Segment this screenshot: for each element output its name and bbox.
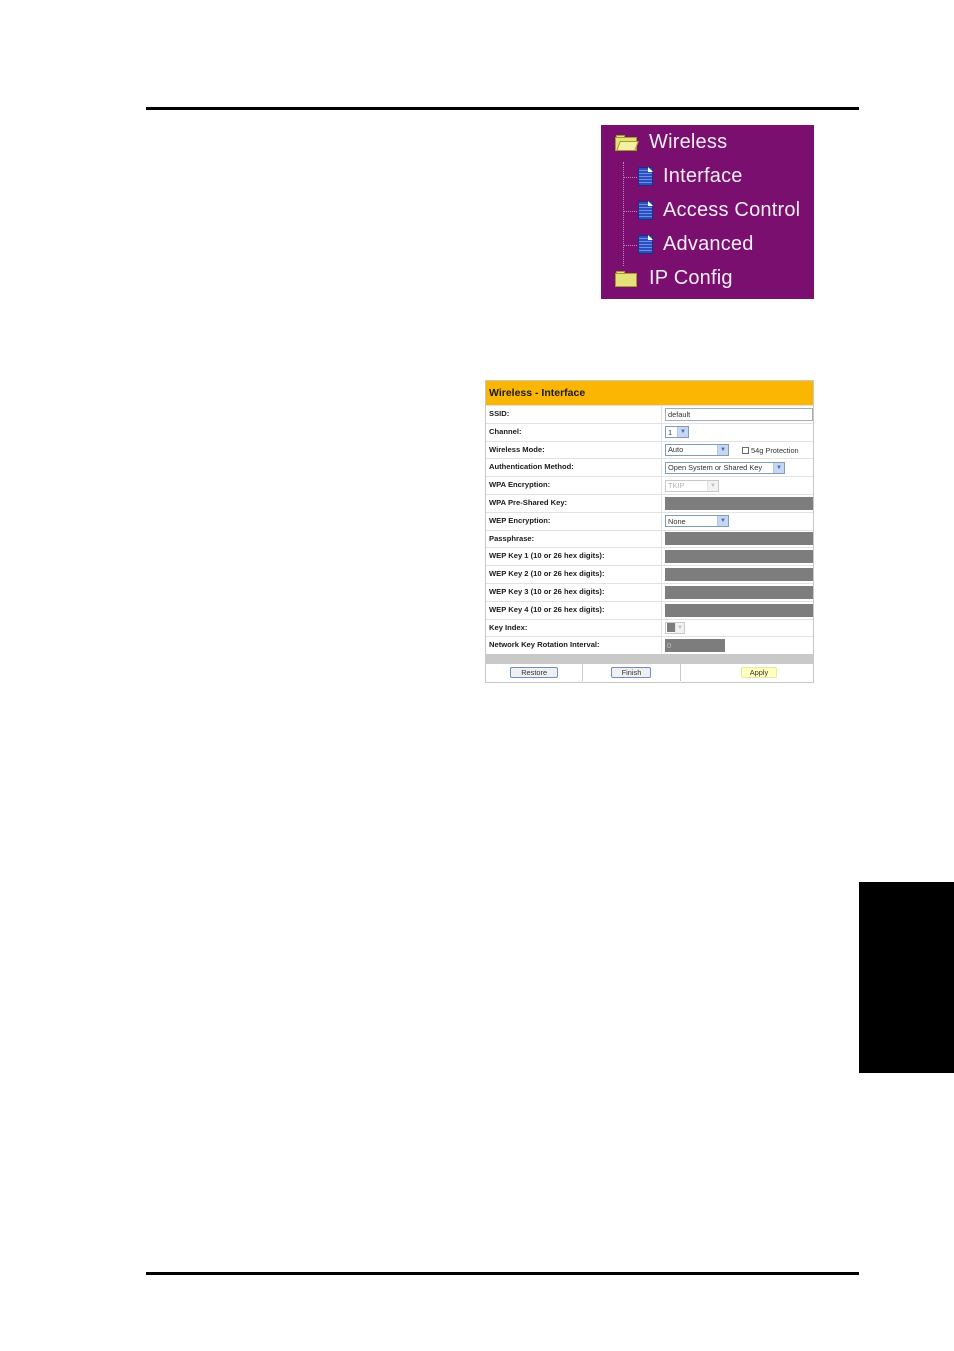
tree-connector	[623, 211, 637, 212]
document-icon	[638, 167, 653, 186]
menu-item-ip-config[interactable]: IP Config	[615, 267, 733, 290]
menu-item-interface[interactable]: Interface	[638, 165, 743, 188]
wep-encryption-select[interactable]: None ▼	[665, 515, 729, 528]
field-label: SSID:	[486, 406, 662, 423]
tree-connector	[623, 177, 637, 178]
form-row-passphrase: Passphrase:	[486, 529, 813, 548]
field-label: WEP Key 4 (10 or 26 hex digits):	[486, 601, 662, 619]
key-index-select[interactable]: 1 ▼	[665, 621, 685, 634]
menu-item-wireless[interactable]: Wireless	[615, 131, 727, 154]
field-label: Passphrase:	[486, 530, 662, 548]
select-value: Open System or Shared Key	[668, 463, 763, 473]
field-label: WPA Encryption:	[486, 477, 662, 494]
tree-connector	[623, 245, 637, 246]
form-row-wep-key-3: WEP Key 3 (10 or 26 hex digits):	[486, 582, 813, 601]
wep-key-3-input[interactable]	[665, 585, 813, 599]
form-row-auth-method: Authentication Method: Open System or Sh…	[486, 458, 813, 477]
footer-rule	[146, 1272, 859, 1275]
navigation-menu: Wireless Interface Access Control Advanc…	[601, 125, 814, 299]
menu-item-label: Advanced	[663, 233, 754, 255]
restore-button[interactable]: Restore	[510, 667, 559, 679]
field-label: WEP Key 2 (10 or 26 hex digits):	[486, 566, 662, 583]
wireless-interface-panel: Wireless - Interface SSID: default Chann…	[485, 380, 814, 683]
checkbox-box[interactable]	[742, 446, 749, 454]
form-row-wireless-mode: Wireless Mode: Auto ▼ 54g Protection	[486, 440, 813, 459]
form-row-wpa-psk: WPA Pre-Shared Key:	[486, 493, 813, 512]
field-label: Key Index:	[486, 619, 662, 637]
chevron-down-icon: ▼	[677, 427, 688, 438]
ssid-input[interactable]: default	[665, 407, 813, 421]
rotation-interval-input[interactable]: 0	[665, 639, 725, 653]
select-value: 1	[667, 623, 675, 633]
chapter-tab-marker	[859, 882, 954, 1073]
panel-title: Wireless - Interface	[486, 381, 813, 405]
auth-method-select[interactable]: Open System or Shared Key ▼	[665, 461, 785, 474]
field-label: WPA Pre-Shared Key:	[486, 494, 662, 512]
checkbox-label: 54g Protection	[751, 445, 799, 455]
menu-item-label: Access Control	[663, 199, 801, 221]
passphrase-input[interactable]	[665, 532, 813, 546]
apply-button[interactable]: Apply	[740, 667, 777, 679]
finish-button[interactable]: Finish	[611, 667, 652, 679]
wep-key-1-input[interactable]	[665, 550, 813, 564]
form-row-wep-key-2: WEP Key 2 (10 or 26 hex digits):	[486, 565, 813, 583]
chevron-down-icon: ▼	[717, 516, 728, 527]
select-value: None	[668, 516, 686, 526]
wireless-mode-select[interactable]: Auto ▼	[665, 443, 729, 456]
form-row-key-index: Key Index: 1 ▼	[486, 618, 813, 637]
menu-item-label: Wireless	[649, 131, 728, 153]
chevron-down-icon: ▼	[773, 462, 784, 473]
header-rule	[146, 107, 859, 110]
field-label: WEP Key 1 (10 or 26 hex digits):	[486, 548, 662, 566]
form-row-rotation-interval: Network Key Rotation Interval: 0	[486, 636, 813, 655]
field-label: Authentication Method:	[486, 459, 662, 477]
menu-item-label: IP Config	[649, 267, 733, 289]
channel-select[interactable]: 1 ▼	[665, 426, 689, 439]
select-value: TKIP	[668, 481, 685, 491]
menu-item-label: Interface	[663, 165, 743, 187]
button-bar-separator	[486, 654, 813, 665]
button-bar: Restore Finish Apply	[486, 664, 813, 682]
select-value: Auto	[668, 445, 684, 455]
field-label: Wireless Mode:	[486, 441, 662, 459]
form-row-ssid: SSID: default	[486, 405, 813, 423]
form-row-wep-key-4: WEP Key 4 (10 or 26 hex digits):	[486, 600, 813, 619]
select-value: 1	[668, 427, 673, 437]
field-label: WEP Key 3 (10 or 26 hex digits):	[486, 583, 662, 601]
field-label: Channel:	[486, 423, 662, 441]
field-label: Network Key Rotation Interval:	[486, 637, 662, 655]
folder-icon	[615, 270, 637, 287]
menu-item-access-control[interactable]: Access Control	[638, 199, 800, 222]
form-row-wep-key-1: WEP Key 1 (10 or 26 hex digits):	[486, 547, 813, 566]
form-row-channel: Channel: 1 ▼	[486, 422, 813, 441]
chevron-down-icon: ▼	[707, 480, 718, 491]
chevron-down-icon: ▼	[717, 444, 728, 455]
folder-open-icon	[615, 134, 639, 151]
wpa-encryption-select[interactable]: TKIP ▼	[665, 479, 719, 492]
menu-item-advanced[interactable]: Advanced	[638, 233, 754, 256]
document-icon	[638, 201, 653, 220]
wep-key-4-input[interactable]	[665, 603, 813, 617]
form-row-wpa-encryption: WPA Encryption: TKIP ▼	[486, 476, 813, 494]
document-icon	[638, 235, 653, 254]
wpa-psk-input[interactable]	[665, 496, 813, 510]
form-row-wep-encryption: WEP Encryption: None ▼	[486, 511, 813, 530]
protection-54g-checkbox[interactable]: 54g Protection	[742, 446, 799, 455]
field-label: WEP Encryption:	[486, 512, 662, 530]
wep-key-2-input[interactable]	[665, 568, 813, 582]
chevron-down-icon: ▼	[675, 622, 684, 633]
